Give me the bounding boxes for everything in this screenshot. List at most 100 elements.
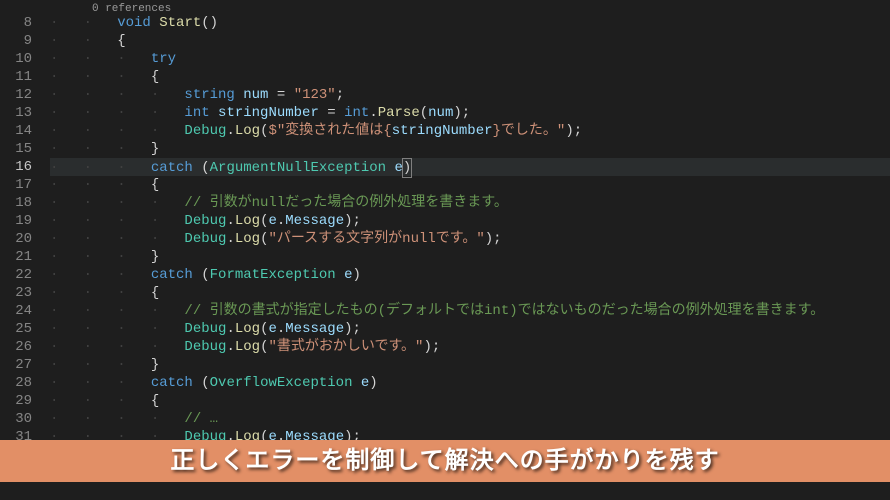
code-line[interactable]: · · · try bbox=[50, 50, 890, 68]
code-line[interactable]: · · · · Debug.Log("パースする文字列がnullです。"); bbox=[50, 230, 890, 248]
indent-guide: · · · bbox=[50, 267, 151, 283]
indent-guide: · · · bbox=[50, 141, 151, 157]
token-fn: Log bbox=[235, 213, 260, 229]
token-punct: . bbox=[226, 231, 234, 247]
token-punct: } bbox=[151, 249, 159, 265]
code-line[interactable]: · · · · // 引数の書式が指定したもの(デフォルトではint)ではないも… bbox=[50, 302, 890, 320]
indent-guide: · · · · bbox=[50, 303, 184, 319]
code-line[interactable]: · · · { bbox=[50, 284, 890, 302]
token-type: Debug bbox=[184, 321, 226, 337]
code-editor[interactable]: 8910111213141516171819202122232425262728… bbox=[0, 0, 890, 500]
indent-guide: · · · · bbox=[50, 231, 184, 247]
token-punct: ) bbox=[369, 375, 377, 391]
token-type: ArgumentNullException bbox=[210, 160, 386, 176]
line-number: 27 bbox=[0, 356, 32, 374]
indent-guide: · · · bbox=[50, 160, 151, 176]
indent-guide: · · · · bbox=[50, 105, 184, 121]
token-kw: try bbox=[151, 51, 176, 67]
token-punct: } bbox=[151, 357, 159, 373]
token-str: "123" bbox=[294, 87, 336, 103]
token-punct: } bbox=[151, 141, 159, 157]
token-plain bbox=[151, 15, 159, 31]
code-line[interactable]: · · · catch (ArgumentNullException e) bbox=[50, 158, 890, 176]
indent-guide: · · · bbox=[50, 357, 151, 373]
token-plain bbox=[210, 105, 218, 121]
token-punct: { bbox=[151, 393, 159, 409]
code-line[interactable]: · · · · int stringNumber = int.Parse(num… bbox=[50, 104, 890, 122]
line-number: 30 bbox=[0, 410, 32, 428]
code-line[interactable]: · · void Start() bbox=[50, 14, 890, 32]
token-comment: // … bbox=[184, 411, 218, 427]
line-number: 20 bbox=[0, 230, 32, 248]
code-line[interactable]: · · · { bbox=[50, 176, 890, 194]
token-punct: { bbox=[117, 33, 125, 49]
token-plain: = bbox=[268, 87, 293, 103]
code-lines[interactable]: · · void Start()· · {· · · try· · · {· ·… bbox=[50, 14, 890, 446]
indent-guide: · · · · bbox=[50, 339, 184, 355]
code-area[interactable]: 0 references · · void Start()· · {· · · … bbox=[50, 0, 890, 500]
line-number: 19 bbox=[0, 212, 32, 230]
token-plain bbox=[193, 160, 201, 176]
caption-text: 正しくエラーを制御して解決への手がかりを残す bbox=[170, 452, 719, 470]
code-line[interactable]: · · · { bbox=[50, 392, 890, 410]
code-line[interactable]: · · · · Debug.Log(e.Message); bbox=[50, 320, 890, 338]
token-fn: Log bbox=[235, 231, 260, 247]
token-kw: catch bbox=[151, 375, 193, 391]
code-line[interactable]: · · · · Debug.Log(e.Message); bbox=[50, 212, 890, 230]
token-comment: // 引数の書式が指定したもの(デフォルトではint)ではないものだった場合の例… bbox=[184, 303, 824, 319]
code-line[interactable]: · · · · Debug.Log($"変換された値は{stringNumber… bbox=[50, 122, 890, 140]
indent-guide: · · · bbox=[50, 375, 151, 391]
token-type: Debug bbox=[184, 123, 226, 139]
line-number: 28 bbox=[0, 374, 32, 392]
line-number: 12 bbox=[0, 86, 32, 104]
token-kw: void bbox=[117, 15, 151, 31]
token-kw: catch bbox=[151, 267, 193, 283]
code-line[interactable]: · · · catch (FormatException e) bbox=[50, 266, 890, 284]
token-punct: ( bbox=[420, 105, 428, 121]
token-punct: () bbox=[201, 15, 218, 31]
indent-guide: · · · · bbox=[50, 123, 184, 139]
code-line[interactable]: · · · { bbox=[50, 68, 890, 86]
token-plain bbox=[336, 267, 344, 283]
indent-guide: · · · · bbox=[50, 411, 184, 427]
line-number: 13 bbox=[0, 104, 32, 122]
codelens-references[interactable]: 0 references bbox=[50, 0, 890, 14]
token-plain: ( bbox=[193, 375, 210, 391]
line-number: 25 bbox=[0, 320, 32, 338]
token-var: Message bbox=[285, 213, 344, 229]
indent-guide: · · bbox=[50, 15, 117, 31]
code-line[interactable]: · · · · // 引数がnullだった場合の例外処理を書きます。 bbox=[50, 194, 890, 212]
token-fn: Log bbox=[235, 339, 260, 355]
caption-overlay: 正しくエラーを制御して解決への手がかりを残す bbox=[0, 440, 890, 482]
indent-guide: · · · bbox=[50, 285, 151, 301]
line-number: 18 bbox=[0, 194, 32, 212]
indent-guide: · · · · bbox=[50, 87, 184, 103]
code-line[interactable]: · · · } bbox=[50, 248, 890, 266]
token-plain bbox=[235, 87, 243, 103]
token-punct: ) bbox=[402, 158, 412, 178]
token-plain: ( bbox=[193, 267, 210, 283]
token-punct: ); bbox=[344, 213, 361, 229]
indent-guide: · · · bbox=[50, 249, 151, 265]
token-plain bbox=[386, 160, 394, 176]
token-punct: { bbox=[151, 69, 159, 85]
token-var: e bbox=[268, 213, 276, 229]
token-punct: { bbox=[151, 177, 159, 193]
code-line[interactable]: · · · } bbox=[50, 140, 890, 158]
code-line[interactable]: · · · · Debug.Log("書式がおかしいです。"); bbox=[50, 338, 890, 356]
indent-guide: · · · bbox=[50, 177, 151, 193]
indent-guide: · · · · bbox=[50, 213, 184, 229]
indent-guide: · · · bbox=[50, 69, 151, 85]
token-punct: ) bbox=[353, 267, 361, 283]
code-line[interactable]: · · · · // … bbox=[50, 410, 890, 428]
code-line[interactable]: · · · } bbox=[50, 356, 890, 374]
code-line[interactable]: · · { bbox=[50, 32, 890, 50]
token-type: Debug bbox=[184, 339, 226, 355]
code-line[interactable]: · · · · string num = "123"; bbox=[50, 86, 890, 104]
code-line[interactable]: · · · catch (OverflowException e) bbox=[50, 374, 890, 392]
line-number: 21 bbox=[0, 248, 32, 266]
token-var: e bbox=[344, 267, 352, 283]
line-number: 10 bbox=[0, 50, 32, 68]
token-punct: ; bbox=[336, 87, 344, 103]
line-number: 22 bbox=[0, 266, 32, 284]
